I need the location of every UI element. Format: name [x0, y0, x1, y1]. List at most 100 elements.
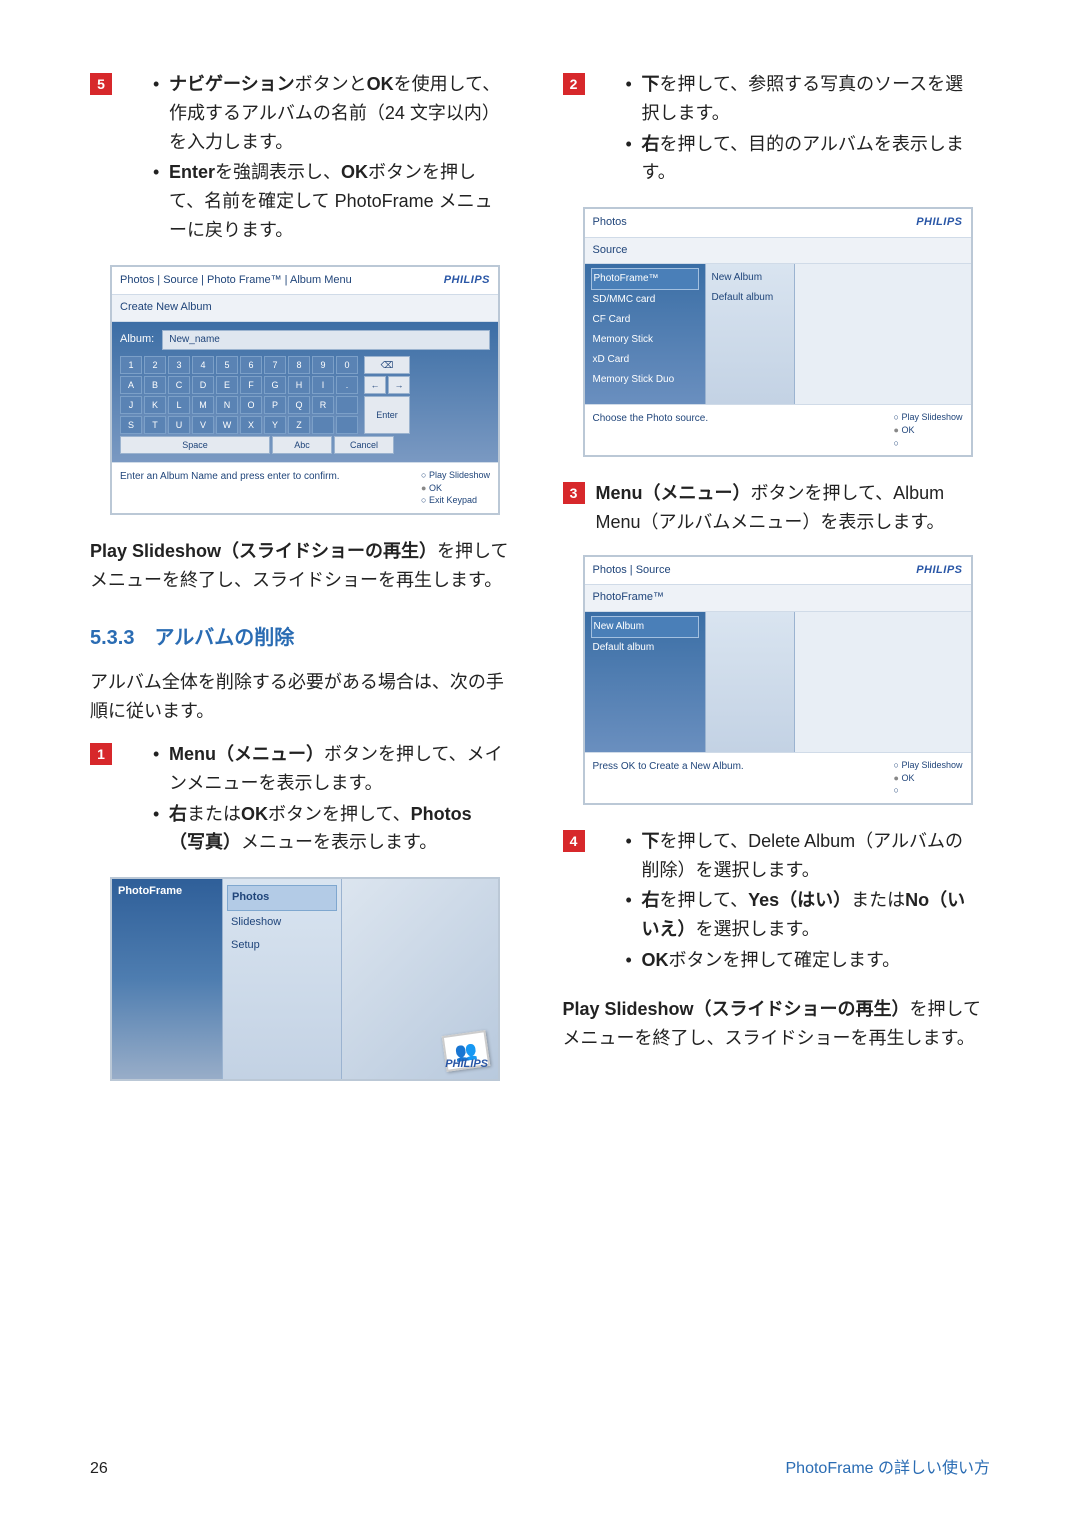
- album-item[interactable]: New Album: [591, 616, 699, 638]
- album-item[interactable]: Default album: [591, 638, 699, 658]
- philips-logo: PHILIPS: [916, 562, 962, 580]
- key-3[interactable]: 3: [168, 356, 190, 374]
- album-label: Album:: [120, 331, 154, 349]
- key-blank[interactable]: [336, 396, 358, 414]
- action-play-slideshow[interactable]: Play Slideshow: [894, 759, 963, 772]
- key-1[interactable]: 1: [120, 356, 142, 374]
- key-B[interactable]: B: [144, 376, 166, 394]
- key-6[interactable]: 6: [240, 356, 262, 374]
- key-Y[interactable]: Y: [264, 416, 286, 434]
- arrow-left-key[interactable]: ←: [364, 376, 386, 394]
- key-2[interactable]: 2: [144, 356, 166, 374]
- key-.[interactable]: .: [336, 376, 358, 394]
- step-3: 3 Menu（メニュー）ボタンを押して、Album Menu（アルバムメニュー）…: [563, 479, 991, 537]
- source-breadcrumb: Photos: [593, 214, 627, 232]
- step-1: 1 Menu（メニュー）ボタンを押して、メインメニューを表示します。 右またはO…: [90, 740, 518, 859]
- backspace-key[interactable]: ⌫: [364, 356, 410, 374]
- key-9[interactable]: 9: [312, 356, 334, 374]
- step-5: 5 ナビゲーションボタンとOKを使用して、作成するアルバムの名前（24 文字以内…: [90, 70, 518, 247]
- source-item[interactable]: SD/MMC card: [591, 290, 699, 310]
- album-item[interactable]: Default album: [710, 288, 790, 308]
- step-4: 4 下を押して、Delete Album（アルバムの削除）を選択します。 右を押…: [563, 827, 991, 977]
- action-ok[interactable]: OK: [894, 424, 963, 437]
- abc-key[interactable]: Abc: [272, 436, 332, 454]
- source-item[interactable]: PhotoFrame™: [591, 268, 699, 290]
- source-item[interactable]: CF Card: [591, 310, 699, 330]
- source-list[interactable]: PhotoFrame™SD/MMC cardCF CardMemory Stic…: [585, 264, 705, 404]
- key-K[interactable]: K: [144, 396, 166, 414]
- action-ok[interactable]: OK: [421, 482, 490, 495]
- album-item[interactable]: New Album: [710, 268, 790, 288]
- source-item[interactable]: Memory Stick: [591, 330, 699, 350]
- philips-logo: PHILIPS: [916, 214, 962, 232]
- source-item[interactable]: xD Card: [591, 350, 699, 370]
- keypad-breadcrumb: Photos | Source | Photo Frame™ | Album M…: [120, 272, 352, 290]
- source-item[interactable]: Memory Stick Duo: [591, 370, 699, 390]
- key-blank[interactable]: [336, 416, 358, 434]
- mainmenu-item-setup[interactable]: Setup: [227, 934, 337, 958]
- album-breadcrumb: Photos | Source: [593, 562, 671, 580]
- space-key[interactable]: Space: [120, 436, 270, 454]
- album-sub: PhotoFrame™: [585, 585, 971, 612]
- key-F[interactable]: F: [240, 376, 262, 394]
- play-slideshow-note-1: Play Slideshow（スライドショーの再生）を押してメニューを終了し、ス…: [90, 537, 518, 595]
- key-H[interactable]: H: [288, 376, 310, 394]
- key-T[interactable]: T: [144, 416, 166, 434]
- key-W[interactable]: W: [216, 416, 238, 434]
- key-blank[interactable]: [312, 416, 334, 434]
- enter-key[interactable]: Enter: [364, 396, 410, 434]
- key-I[interactable]: I: [312, 376, 334, 394]
- key-G[interactable]: G: [264, 376, 286, 394]
- action-exit-keypad[interactable]: Exit Keypad: [421, 494, 490, 507]
- key-C[interactable]: C: [168, 376, 190, 394]
- key-7[interactable]: 7: [264, 356, 286, 374]
- album-list[interactable]: New AlbumDefault album: [585, 612, 705, 752]
- key-8[interactable]: 8: [288, 356, 310, 374]
- source-sub: Source: [585, 238, 971, 265]
- mainmenu-item-photos[interactable]: Photos: [227, 885, 337, 911]
- action-play-slideshow[interactable]: Play Slideshow: [894, 411, 963, 424]
- step5-bullet-1: ナビゲーションボタンとOKを使用して、作成するアルバムの名前（24 文字以内）を…: [153, 70, 503, 156]
- step5-bullet-2: Enterを強調表示し、OKボタンを押して、名前を確定して PhotoFrame…: [153, 158, 503, 244]
- step-badge-4: 4: [563, 830, 585, 852]
- action-play-slideshow[interactable]: Play Slideshow: [421, 469, 490, 482]
- keypad-keys[interactable]: 1234567890 ABCDEFGHI. JKLMNOPQR STUVWXYZ: [120, 356, 358, 434]
- key-S[interactable]: S: [120, 416, 142, 434]
- step-badge-2: 2: [563, 73, 585, 95]
- step4-bullet-3: OKボタンを押して確定します。: [626, 946, 976, 975]
- philips-logo: PHILIPS: [444, 272, 490, 290]
- key-D[interactable]: D: [192, 376, 214, 394]
- philips-logo: PHILIPS: [445, 1056, 488, 1074]
- key-Q[interactable]: Q: [288, 396, 310, 414]
- page-number: 26: [90, 1456, 108, 1482]
- key-A[interactable]: A: [120, 376, 142, 394]
- key-O[interactable]: O: [240, 396, 262, 414]
- key-N[interactable]: N: [216, 396, 238, 414]
- key-J[interactable]: J: [120, 396, 142, 414]
- key-0[interactable]: 0: [336, 356, 358, 374]
- page-footer: 26 PhotoFrame の詳しい使い方: [90, 1456, 990, 1482]
- arrow-right-key[interactable]: →: [388, 376, 410, 394]
- step2-bullet-2: 右を押して、目的のアルバムを表示します。: [626, 130, 976, 188]
- key-R[interactable]: R: [312, 396, 334, 414]
- footer-section: PhotoFrame の詳しい使い方: [786, 1456, 991, 1482]
- mainmenu-item-slideshow[interactable]: Slideshow: [227, 911, 337, 935]
- key-X[interactable]: X: [240, 416, 262, 434]
- key-E[interactable]: E: [216, 376, 238, 394]
- key-5[interactable]: 5: [216, 356, 238, 374]
- key-M[interactable]: M: [192, 396, 214, 414]
- delete-intro: アルバム全体を削除する必要がある場合は、次の手順に従います。: [90, 668, 518, 726]
- screenshot-keypad: Photos | Source | Photo Frame™ | Album M…: [110, 265, 500, 515]
- source-albums[interactable]: New AlbumDefault album: [705, 264, 795, 404]
- album-name-field[interactable]: New_name: [162, 330, 490, 350]
- key-Z[interactable]: Z: [288, 416, 310, 434]
- action-ok[interactable]: OK: [894, 772, 963, 785]
- key-V[interactable]: V: [192, 416, 214, 434]
- cancel-key[interactable]: Cancel: [334, 436, 394, 454]
- key-U[interactable]: U: [168, 416, 190, 434]
- key-P[interactable]: P: [264, 396, 286, 414]
- key-4[interactable]: 4: [192, 356, 214, 374]
- key-L[interactable]: L: [168, 396, 190, 414]
- keypad-hint: Enter an Album Name and press enter to c…: [120, 469, 340, 485]
- screenshot-source: Photos PHILIPS Source PhotoFrame™SD/MMC …: [583, 207, 973, 457]
